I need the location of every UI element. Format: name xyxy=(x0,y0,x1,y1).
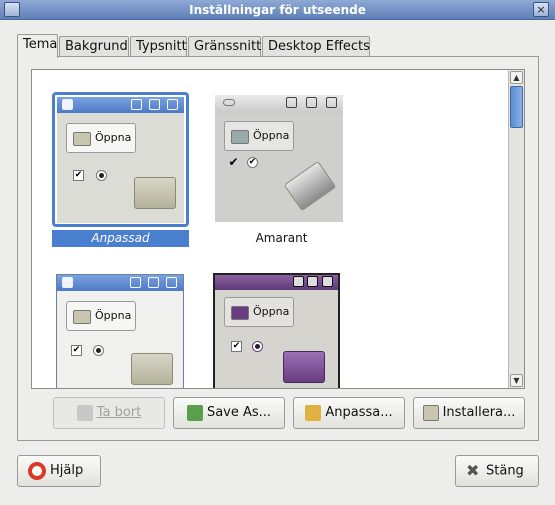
tab-granssnitt[interactable]: Gränssnitt xyxy=(188,36,261,57)
folder-icon xyxy=(73,310,91,324)
tab-desktop-effects[interactable]: Desktop Effects xyxy=(262,36,370,57)
theme-preview: Öppna ✔ xyxy=(52,273,189,388)
folder-icon xyxy=(131,353,173,385)
theme-list[interactable]: Öppna ✔ Anpassad Öppna ✔ ✔ Amarant Öppna… xyxy=(31,69,525,389)
tab-typsnitt[interactable]: Typsnitt xyxy=(130,36,187,57)
checkbox-icon: ✔ xyxy=(73,170,84,181)
preview-open-button: Öppna xyxy=(66,301,136,331)
printer-icon xyxy=(231,306,249,320)
theme-preview: Öppna ✔ xyxy=(213,273,350,388)
title-bar: Inställningar för utseende × xyxy=(0,0,555,20)
help-icon xyxy=(28,461,46,480)
theme-name: Anpassad xyxy=(52,230,189,247)
radio-icon xyxy=(96,170,107,181)
help-button[interactable]: Hjälp xyxy=(17,455,101,487)
save-as-button[interactable]: Save As... xyxy=(173,397,285,429)
folder-icon xyxy=(73,132,91,146)
theme-preview: Öppna ✔ xyxy=(52,92,189,227)
install-button[interactable]: Installera... xyxy=(413,397,525,429)
close-window-button[interactable]: × xyxy=(533,2,549,17)
folder-icon xyxy=(283,351,325,383)
close-icon: ✖ xyxy=(466,461,480,480)
checkbox-icon: ✔ xyxy=(228,155,239,169)
checkbox-icon: ✔ xyxy=(71,345,82,356)
window-title: Inställningar för utseende xyxy=(189,3,366,17)
theme-name: Amarant xyxy=(255,231,308,245)
preview-open-button: Öppna xyxy=(66,123,136,153)
preview-open-button: Öppna xyxy=(224,297,294,327)
preview-open-button: Öppna xyxy=(224,121,294,151)
tab-tema[interactable]: Tema xyxy=(17,34,58,58)
radio-icon xyxy=(252,341,263,352)
save-icon xyxy=(186,404,203,421)
checkbox-icon: ✔ xyxy=(231,341,242,352)
folder-icon xyxy=(283,160,337,212)
folder-icon xyxy=(134,177,176,209)
delete-theme-button[interactable]: Ta bort xyxy=(53,397,165,429)
scroll-down-icon[interactable]: ▼ xyxy=(510,374,523,387)
tema-panel: Öppna ✔ Anpassad Öppna ✔ ✔ Amarant Öppna… xyxy=(17,56,539,441)
scroll-thumb[interactable] xyxy=(510,86,523,128)
pen-icon xyxy=(231,130,249,144)
theme-preview: Öppna ✔ ✔ xyxy=(213,92,350,227)
radio-icon xyxy=(93,345,104,356)
trash-icon xyxy=(76,404,93,421)
tab-bakgrund[interactable]: Bakgrund xyxy=(59,36,129,57)
radio-icon: ✔ xyxy=(247,157,258,168)
close-button[interactable]: ✖ Stäng xyxy=(455,455,539,487)
folder-icon xyxy=(422,404,439,421)
customize-button[interactable]: Anpassa... xyxy=(293,397,405,429)
close-icon: × xyxy=(536,3,546,16)
theme-list-scrollbar[interactable]: ▲ ▼ xyxy=(508,70,524,388)
edit-icon xyxy=(305,404,322,421)
scroll-up-icon[interactable]: ▲ xyxy=(510,71,523,84)
